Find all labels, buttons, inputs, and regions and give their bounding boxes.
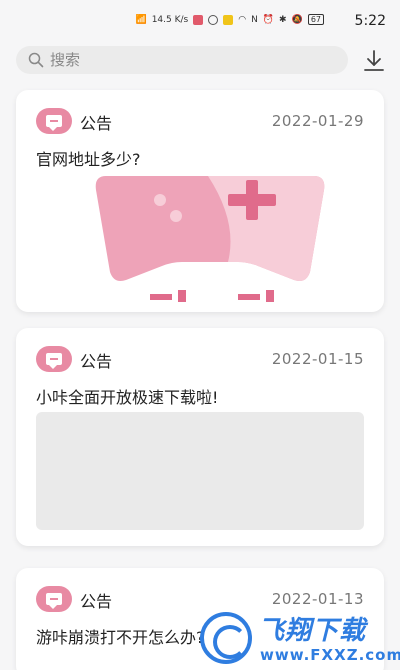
wifi-icon: ◠ xyxy=(238,14,247,25)
watermark-logo-icon xyxy=(200,612,252,664)
net-speed: 14.5 K/s xyxy=(151,14,189,25)
gamepad-banner-image xyxy=(95,176,325,302)
status-time: 5:22 xyxy=(354,13,386,29)
yellow-notification-icon xyxy=(223,14,234,25)
watermark-title: 飞翔下载 xyxy=(258,616,367,646)
image-placeholder xyxy=(36,412,364,530)
watermark-url: www.FXXZ.com xyxy=(260,646,400,664)
card-header: 公告 2022-01-15 xyxy=(36,346,364,374)
search-input[interactable] xyxy=(50,51,310,69)
download-icon[interactable] xyxy=(362,49,386,73)
announcement-badge xyxy=(36,346,72,372)
card-type-label: 公告 xyxy=(80,352,113,371)
battery-icon: 67 xyxy=(307,14,324,25)
status-icons: 📶 14.5 K/s ◠ N ⏰ ✱ 🔕 67 xyxy=(135,14,324,25)
nfc-icon: N xyxy=(251,14,258,25)
search-box[interactable] xyxy=(16,46,348,74)
signal-icon: 📶 xyxy=(135,14,147,25)
circle-notification-icon xyxy=(208,14,219,25)
card-date: 2022-01-13 xyxy=(271,590,364,608)
card-title: 游咔崩溃打不开怎么办? xyxy=(36,628,205,647)
message-icon xyxy=(46,115,62,131)
message-icon xyxy=(46,353,62,369)
card-title: 官网地址多少? xyxy=(36,150,141,169)
card-type-label: 公告 xyxy=(80,592,113,611)
card-title: 小咔全面开放极速下载啦! xyxy=(36,388,219,407)
mute-icon: 🔕 xyxy=(291,14,303,25)
announcement-badge xyxy=(36,586,72,612)
bluetooth-icon: ✱ xyxy=(279,14,287,25)
status-bar: 📶 14.5 K/s ◠ N ⏰ ✱ 🔕 67 5:22 xyxy=(0,0,400,40)
search-icon xyxy=(28,52,44,68)
watermark: 飞翔下载 www.FXXZ.com xyxy=(200,608,400,670)
message-icon xyxy=(46,593,62,609)
app-notification-icon xyxy=(193,14,204,25)
card-date: 2022-01-29 xyxy=(271,112,364,130)
announcement-card[interactable]: 公告 2022-01-29 官网地址多少? xyxy=(16,90,384,312)
card-header: 公告 2022-01-29 xyxy=(36,108,364,136)
announcement-card[interactable]: 公告 2022-01-15 小咔全面开放极速下载啦! xyxy=(16,328,384,546)
card-date: 2022-01-15 xyxy=(271,350,364,368)
card-type-label: 公告 xyxy=(80,114,113,133)
search-row xyxy=(16,46,388,76)
announcement-badge xyxy=(36,108,72,134)
alarm-icon: ⏰ xyxy=(262,14,275,25)
